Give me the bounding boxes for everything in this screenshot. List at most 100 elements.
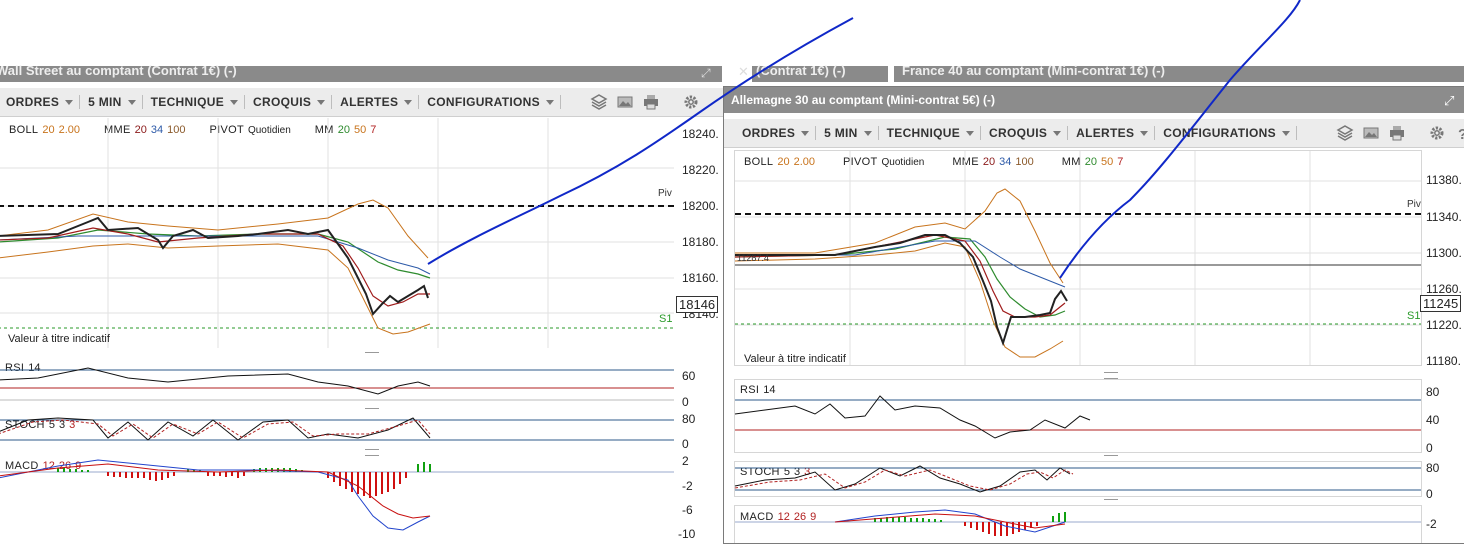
chevron-down-icon (801, 130, 810, 136)
chevron-down-icon (863, 130, 872, 136)
gear-icon[interactable] (683, 94, 699, 110)
chevron-down-icon (404, 99, 413, 105)
germany30-chart-window: Allemagne 30 au comptant (Mini-contrat 5… (723, 86, 1464, 544)
menu-bar: ORDRES 5 MIN TECHNIQUE CROQUIS ALERTES C… (0, 88, 561, 116)
toolbar: ORDRES 5 MIN TECHNIQUE CROQUIS ALERTES C… (0, 88, 723, 117)
small-price-label: 11287.4 (737, 253, 769, 263)
layers-icon[interactable] (1336, 125, 1354, 141)
indicative-value-note: Valeur à titre indicatif (8, 333, 110, 345)
svg-text:?: ? (1458, 126, 1464, 143)
chevron-down-icon (65, 99, 74, 105)
chevron-down-icon (230, 99, 239, 105)
stoch-panel[interactable]: STOCH 5 3 3 (0, 414, 674, 450)
stoch-axis-label: 80 (1426, 461, 1440, 475)
rsi-axis-label: 40 (1426, 413, 1440, 427)
rsi-panel[interactable]: RSI 14 (734, 379, 1422, 453)
price-axis-label: 18240. (682, 127, 719, 141)
price-axis-label: 18220. (682, 163, 719, 177)
wallstreet-window-title[interactable]: Wall Street au comptant (Contrat 1€) (-) (0, 63, 237, 78)
current-price-box: 11245 (1420, 295, 1462, 312)
rsi-axis-label: 60 (682, 369, 696, 383)
price-chart-svg: Piv S1 (0, 118, 674, 348)
stoch-chart-svg (734, 465, 1421, 493)
pivot-label: Piv (658, 188, 672, 199)
toolbar-icons: ? (1336, 119, 1464, 147)
gear-icon[interactable] (1429, 125, 1445, 141)
price-axis-label: 11260. (1426, 282, 1462, 296)
menu-alerts[interactable]: ALERTES (332, 95, 420, 109)
macd-histogram (57, 462, 431, 498)
stoch-axis-label: 0 (1426, 487, 1433, 501)
stoch-axis-label: 0 (682, 437, 689, 451)
price-axis-label: 11300. (1426, 246, 1462, 260)
chevron-down-icon (317, 99, 326, 105)
macd-panel[interactable]: MACD 12 26 9 (734, 505, 1422, 543)
rsi-panel[interactable]: RSI 14 (0, 358, 674, 402)
macd-axis-label: -6 (682, 503, 693, 517)
menu-technical[interactable]: TECHNIQUE (143, 95, 246, 109)
chevron-down-icon (127, 99, 136, 105)
close-icon[interactable]: ✕ (738, 64, 749, 80)
price-chart-panel[interactable]: BOLL 20 2.00 MME 20 34 100 PIVOT Quotidi… (0, 118, 674, 348)
rsi-chart-svg (0, 367, 674, 401)
rsi-chart-svg (734, 395, 1421, 439)
pivot-label: Piv (1407, 199, 1421, 210)
menu-sketch[interactable]: CROQUIS (981, 126, 1069, 140)
toolbar-icons (590, 88, 699, 116)
macd-axis-label: -2 (1426, 517, 1437, 531)
bollinger-lower (0, 243, 431, 335)
menu-configurations[interactable]: CONFIGURATIONS (1155, 126, 1297, 140)
menu-sketch[interactable]: CROQUIS (245, 95, 333, 109)
macd-axis-label: -2 (682, 479, 693, 493)
stoch-axis-label: 80 (682, 412, 696, 426)
current-price-box: 18146 (676, 296, 719, 313)
france-window-title[interactable]: France 40 au comptant (Mini-contrat 1€) … (902, 63, 1165, 78)
rsi-axis-label: 0 (1426, 441, 1433, 455)
chevron-down-icon (1053, 130, 1062, 136)
menu-bar: ORDRES 5 MIN TECHNIQUE CROQUIS ALERTES C… (724, 119, 1297, 147)
window-title: Allemagne 30 au comptant (Mini-contrat 5… (731, 93, 996, 107)
chevron-down-icon (966, 130, 975, 136)
ma-green (734, 236, 1066, 318)
macd-axis-label: 2 (682, 454, 689, 468)
menu-configurations[interactable]: CONFIGURATIONS (419, 95, 561, 109)
stoch-panel[interactable]: STOCH 5 3 3 (734, 461, 1422, 497)
indicative-value-note: Valeur à titre indicatif (744, 353, 846, 365)
help-icon[interactable]: ? (1455, 125, 1464, 143)
print-icon[interactable] (643, 94, 659, 110)
print-icon[interactable] (1389, 125, 1405, 141)
chevron-down-icon (545, 99, 554, 105)
chevron-down-icon (1140, 130, 1149, 136)
price-axis-label: 11340. (1426, 210, 1462, 224)
macd-panel[interactable]: MACD 12 26 9 (0, 456, 674, 542)
third-window-title[interactable]: (Contrat 1€) (-) (756, 63, 846, 78)
menu-timeframe[interactable]: 5 MIN (816, 126, 879, 140)
bollinger-upper (0, 199, 429, 259)
price-axis-label: 18180. (682, 235, 719, 249)
stoch-chart-svg (0, 417, 674, 441)
expand-icon[interactable]: ⤢ (701, 66, 711, 81)
price-axis-label: 18160. (682, 271, 719, 285)
menu-technical[interactable]: TECHNIQUE (879, 126, 982, 140)
menu-alerts[interactable]: ALERTES (1068, 126, 1156, 140)
rsi-axis-label: 0 (682, 395, 689, 409)
menu-orders[interactable]: ORDRES (0, 95, 81, 109)
image-icon[interactable] (1363, 125, 1379, 141)
panel-resize-handle[interactable] (1104, 372, 1118, 379)
menu-orders[interactable]: ORDRES (724, 126, 817, 140)
expand-icon[interactable]: ⤢ (1444, 93, 1454, 109)
price-chart-panel[interactable]: BOLL 20 2.00 PIVOT Quotidien MME 20 34 1… (734, 150, 1422, 366)
panel-resize-handle[interactable] (365, 449, 379, 456)
s1-label: S1 (659, 313, 672, 325)
macd-chart-svg (735, 509, 1421, 536)
bollinger-upper (735, 188, 1064, 284)
rsi-axis-label: 80 (1426, 385, 1440, 399)
macd-axis-label: -10 (678, 527, 696, 541)
layers-icon[interactable] (590, 94, 608, 110)
menu-timeframe[interactable]: 5 MIN (80, 95, 143, 109)
wallstreet-chart-window: ORDRES 5 MIN TECHNIQUE CROQUIS ALERTES C… (0, 82, 723, 542)
s1-label: S1 (1407, 310, 1420, 322)
price-axis-label: 11180. (1426, 354, 1461, 368)
price-axis-label: 18200. (682, 199, 719, 213)
image-icon[interactable] (617, 94, 633, 110)
